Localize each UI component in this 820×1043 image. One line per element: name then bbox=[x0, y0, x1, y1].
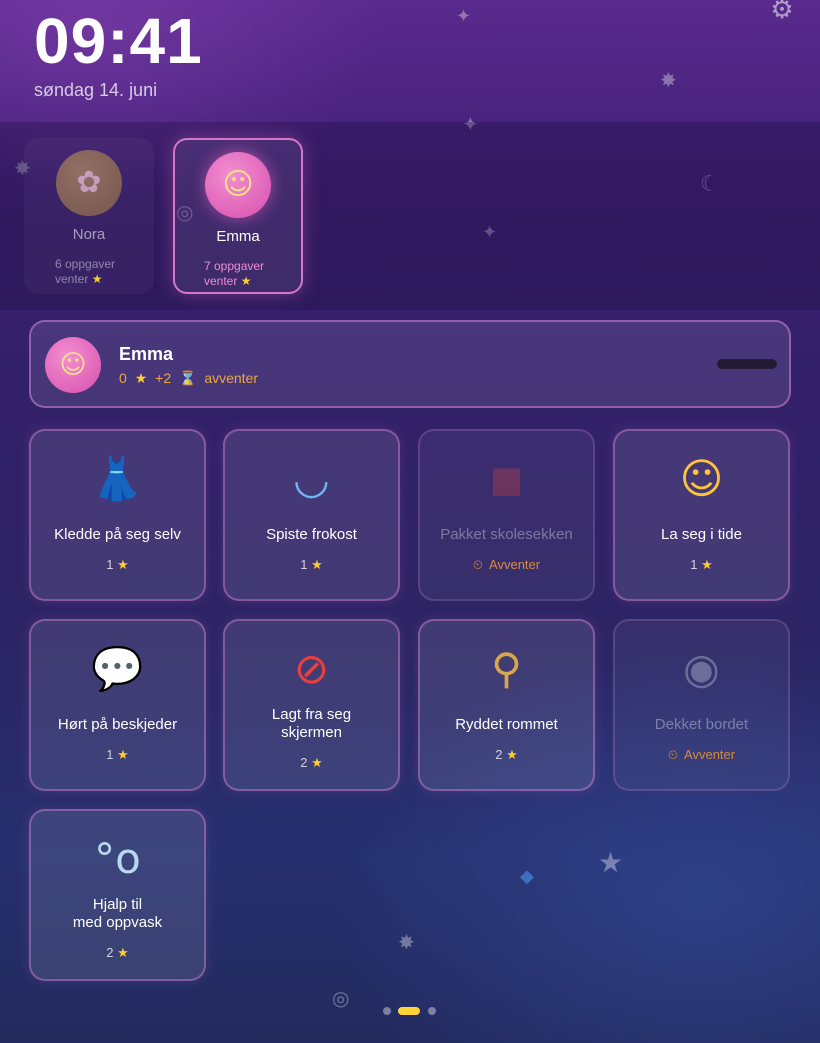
task-card-oppvask[interactable]: °o Hjalp til med oppvask 2 ★ bbox=[29, 809, 206, 981]
pending-count-text: 6 oppgaver bbox=[55, 257, 116, 271]
plate-cutlery-icon: ◉ bbox=[683, 644, 720, 693]
gear-icon[interactable]: ⚙ bbox=[768, 0, 796, 24]
broom-icon: ⚲ bbox=[491, 644, 522, 693]
bubbles-icon: °o bbox=[94, 834, 141, 883]
sparkle-icon: ✦ bbox=[456, 6, 472, 27]
girl-face-icon: ☺ bbox=[45, 337, 101, 393]
task-points: 1 ★ bbox=[225, 557, 398, 573]
task-card-tide[interactable]: ☺ La seg i tide 1 ★ bbox=[613, 429, 790, 601]
clock-time: 09:41 bbox=[34, 5, 203, 77]
pending-suffix-text: venter bbox=[204, 274, 238, 288]
task-label-line: med oppvask bbox=[72, 914, 163, 931]
pending-label: avventer bbox=[204, 370, 259, 386]
task-label-line: Lagt fra seg bbox=[271, 706, 352, 723]
task-label: Spiste frokost bbox=[266, 526, 357, 543]
alarm-clock-icon: ⏲ bbox=[667, 748, 679, 763]
star-icon: ★ bbox=[134, 371, 148, 387]
profile-card-emma[interactable]: ☺ Emma 7 oppgaver venter ★ bbox=[173, 138, 303, 294]
star-icon: ★ bbox=[311, 756, 323, 771]
profile-pending-count: 6 oppgaver venter ★ bbox=[49, 257, 129, 287]
task-label: La seg i tide bbox=[661, 526, 742, 543]
dress-icon: 👗 bbox=[91, 454, 144, 503]
page-indicator[interactable] bbox=[383, 1006, 437, 1016]
profile-card-nora[interactable]: ✿ Nora 6 oppgaver venter ★ bbox=[24, 138, 154, 294]
star-icon: ★ bbox=[240, 274, 252, 288]
profile-pending-count: 7 oppgaver venter ★ bbox=[198, 259, 278, 289]
task-label: Lagt fra seg skjermen bbox=[233, 706, 390, 742]
points-value: 2 bbox=[106, 945, 114, 960]
girl-face-icon: ☺ bbox=[205, 152, 271, 218]
task-label-line: Hjalp til bbox=[92, 896, 143, 913]
star-icon: ★ bbox=[117, 946, 129, 961]
task-card-frokost[interactable]: ◡ Spiste frokost 1 ★ bbox=[223, 429, 400, 601]
points-value: 1 bbox=[690, 557, 698, 572]
task-card-kledde[interactable]: 👗 Kledde på seg selv 1 ★ bbox=[29, 429, 206, 601]
task-card-bordet[interactable]: ◉ Dekket bordet ⏲ Avventer bbox=[613, 619, 790, 791]
points-value: 1 bbox=[106, 747, 114, 762]
planet-icon: ◎ bbox=[332, 986, 350, 1010]
points-value: 1 bbox=[300, 557, 308, 572]
task-label: Hørt på beskjeder bbox=[57, 716, 178, 733]
date-label: søndag 14. juni bbox=[34, 80, 158, 100]
task-points: 2 ★ bbox=[225, 755, 398, 771]
no-phone-icon: ⊘ bbox=[293, 644, 330, 693]
star-icon: ✸ bbox=[660, 68, 677, 92]
task-points: 1 ★ bbox=[31, 557, 204, 573]
star-icon: ★ bbox=[311, 558, 323, 573]
pending-suffix-text: venter bbox=[55, 272, 89, 286]
task-label: Ryddet rommet bbox=[455, 716, 558, 733]
star-icon: ✸ bbox=[398, 930, 415, 954]
task-label: Kledde på seg selv bbox=[54, 526, 181, 543]
child-summary-card: ☺ Emma 0 ★ +2 ⌛ avventer bbox=[29, 320, 791, 408]
star-icon: ★ bbox=[598, 846, 624, 879]
star-icon: ★ bbox=[117, 748, 129, 763]
backpack-icon: ◼ bbox=[489, 454, 524, 503]
task-points: 2 ★ bbox=[31, 945, 204, 961]
pending-status: ⏲ Avventer bbox=[420, 557, 593, 573]
status-text: Avventer bbox=[489, 557, 541, 572]
star-icon: ★ bbox=[91, 272, 103, 286]
profile-selector: ✿ Nora 6 oppgaver venter ★ ☺ Emma 7 oppg… bbox=[0, 122, 820, 310]
star-icon: ★ bbox=[701, 558, 713, 573]
task-card-rommet[interactable]: ⚲ Ryddet rommet 2 ★ bbox=[418, 619, 595, 791]
task-card-beskjeder[interactable]: 💬 Hørt på beskjeder 1 ★ bbox=[29, 619, 206, 791]
task-card-skolesekken[interactable]: ◼ Pakket skolesekken ⏲ Avventer bbox=[418, 429, 595, 601]
task-points: 1 ★ bbox=[615, 557, 788, 573]
hourglass-icon: ⌛ bbox=[179, 371, 197, 387]
task-card-skjermen[interactable]: ⊘ Lagt fra seg skjermen 2 ★ bbox=[223, 619, 400, 791]
task-label-line: skjermen bbox=[281, 724, 342, 741]
profile-name: Emma bbox=[216, 228, 260, 245]
task-points: 2 ★ bbox=[420, 747, 593, 763]
page-dot-active[interactable] bbox=[398, 1007, 420, 1015]
pending-bonus: +2 bbox=[155, 370, 172, 386]
gem-icon: ◆ bbox=[520, 866, 534, 887]
star-icon: ★ bbox=[117, 558, 129, 573]
star-progress-bar bbox=[717, 359, 777, 369]
task-label: Dekket bordet bbox=[654, 716, 749, 733]
points-value: 2 bbox=[495, 747, 503, 762]
page-dot[interactable] bbox=[383, 1007, 391, 1015]
page-dot[interactable] bbox=[428, 1007, 436, 1015]
points-value: 1 bbox=[106, 557, 114, 572]
task-label: Hjalp til med oppvask bbox=[39, 896, 196, 932]
child-name: Emma bbox=[119, 344, 174, 364]
bowl-icon: ◡ bbox=[293, 454, 330, 503]
star-icon: ★ bbox=[506, 748, 518, 763]
points-value: 2 bbox=[300, 755, 308, 770]
pending-status: ⏲ Avventer bbox=[615, 747, 788, 763]
star-stats: 0 ★ +2 ⌛ avventer bbox=[119, 370, 262, 387]
sleeping-face-icon: ☺ bbox=[679, 454, 724, 503]
profile-name: Nora bbox=[72, 226, 106, 243]
star-count: 0 bbox=[119, 370, 127, 386]
status-text: Avventer bbox=[684, 747, 736, 762]
pending-count-text: 7 oppgaver bbox=[204, 259, 265, 273]
task-points: 1 ★ bbox=[31, 747, 204, 763]
speech-bubble-icon: 💬 bbox=[91, 644, 144, 693]
task-label: Pakket skolesekken bbox=[440, 526, 573, 543]
alarm-clock-icon: ⏲ bbox=[472, 558, 484, 573]
flower-icon: ✿ bbox=[56, 150, 122, 216]
